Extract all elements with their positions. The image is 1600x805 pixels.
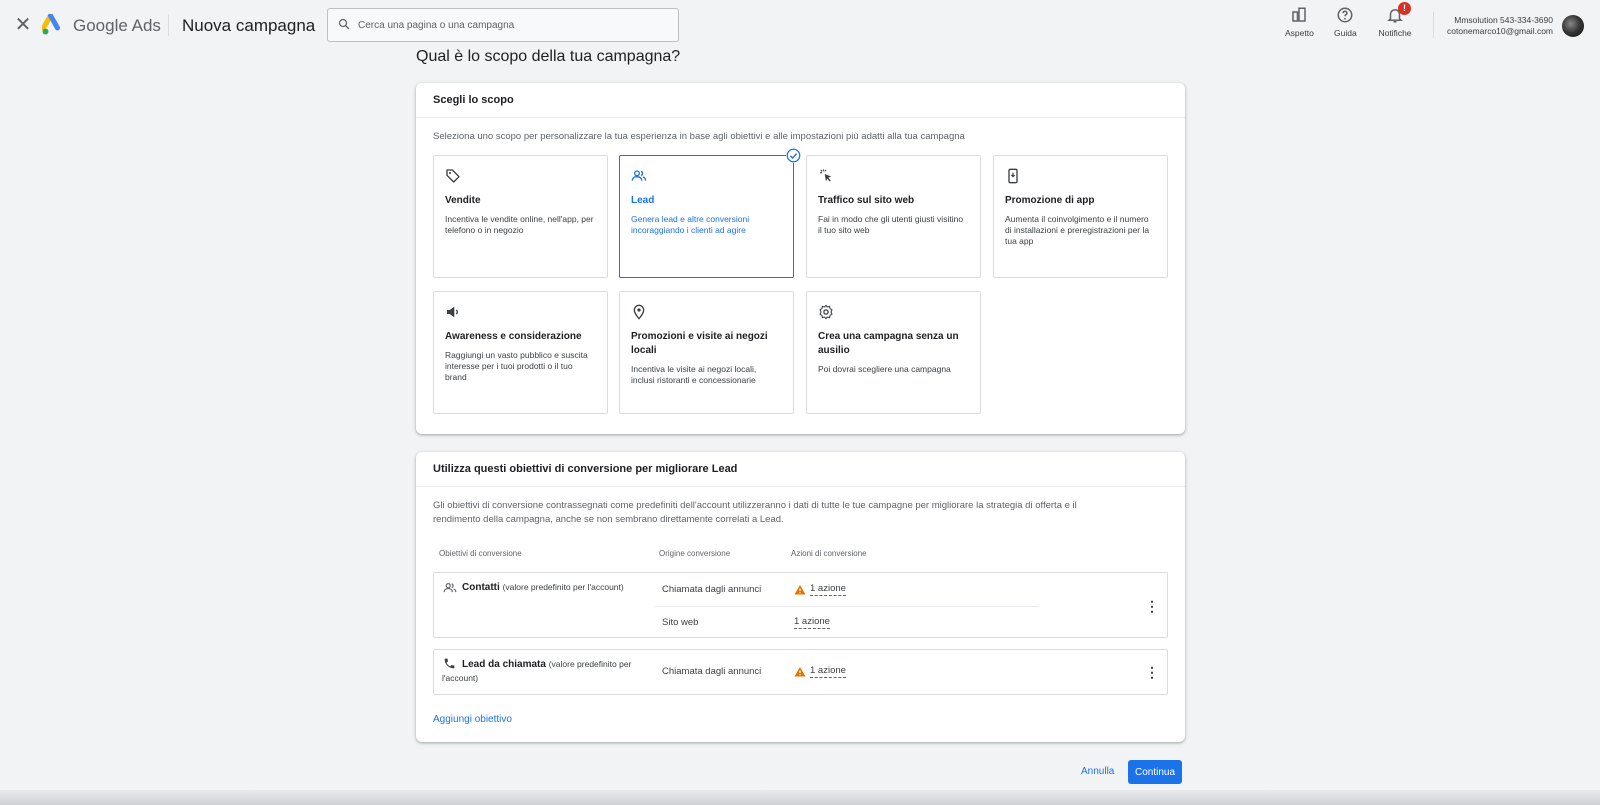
- more-vert-icon[interactable]: ⋮: [1145, 664, 1159, 680]
- search-input[interactable]: [358, 15, 668, 35]
- conversion-card-description: Gli obiettivi di conversione contrassegn…: [433, 499, 1077, 527]
- add-goal-link[interactable]: Aggiungi obiettivo: [433, 714, 512, 725]
- appearance-icon: [1292, 7, 1307, 22]
- goal-name: Contatti (valore predefinito per l'accou…: [462, 581, 624, 594]
- goal-title: Traffico sul sito web: [818, 195, 915, 206]
- cancel-button[interactable]: Annulla: [1075, 762, 1120, 781]
- goal-title: Promozione di app: [1005, 195, 1095, 206]
- megaphone-icon: [447, 306, 458, 318]
- goal-default-note: (valore predefinito per l'account): [502, 582, 624, 592]
- goal-selection-card: Scegli lo scopo Seleziona uno scopo per …: [416, 83, 1185, 434]
- conversion-goals-card: Utilizza questi obiettivi di conversione…: [416, 452, 1185, 742]
- bottom-shadow: [0, 790, 1600, 805]
- account-email: cotonemarco10@gmail.com: [1447, 26, 1553, 36]
- help-button[interactable]: Guida: [1334, 6, 1357, 38]
- brand-google: Google: [73, 16, 128, 35]
- notifications-label: Notifiche: [1378, 28, 1412, 38]
- description-line: rendimento della campagna, anche se non …: [433, 514, 784, 525]
- google-ads-logo: [42, 14, 60, 35]
- avatar[interactable]: [1562, 15, 1584, 37]
- notifications-button[interactable]: ! Notifiche: [1373, 2, 1417, 38]
- cursor-click-icon: [820, 169, 832, 182]
- row-divider: [654, 606, 1039, 607]
- search-box[interactable]: [327, 8, 679, 42]
- header-divider: [168, 14, 169, 36]
- more-vert-icon[interactable]: ⋮: [1145, 598, 1159, 614]
- conversion-actions-link[interactable]: 1 azione: [794, 616, 830, 629]
- goal-no-guidance[interactable]: Crea una campagna senza un ausilio Poi d…: [806, 291, 981, 414]
- gear-icon: [819, 304, 833, 320]
- conversion-actions-link[interactable]: 1 azione: [810, 665, 846, 678]
- phone-call-icon: [444, 658, 455, 669]
- people-icon: [443, 583, 457, 593]
- goal-title: Promozioni e visite ai negozi locali: [631, 331, 768, 356]
- brand-name: Google Ads: [73, 16, 161, 36]
- goal-description: Genera lead e altre conversioni incoragg…: [631, 214, 750, 235]
- description-line: Gli obiettivi di conversione contrassegn…: [433, 500, 1077, 511]
- goal-default-note: (valore predefinito per: [548, 659, 632, 669]
- goal-description: Raggiungi un vasto pubblico e suscita in…: [445, 350, 588, 382]
- tag-icon: [446, 169, 460, 183]
- account-info[interactable]: Mmsolution 543-334-3690 cotonemarco10@gm…: [1447, 15, 1553, 37]
- table-row: Contatti (valore predefinito per l'accou…: [433, 572, 1168, 638]
- conversion-card-title: Utilizza questi obiettivi di conversione…: [416, 452, 1185, 487]
- account-name: Mmsolution 543-334-3690: [1454, 15, 1553, 25]
- goal-description: Fai in modo che gli utenti giusti visiti…: [818, 214, 964, 235]
- warning-icon: [794, 667, 806, 677]
- location-pin-icon: [633, 304, 645, 320]
- brand-ads: Ads: [131, 16, 161, 35]
- continue-button[interactable]: Continua: [1128, 760, 1182, 784]
- goal-card-title: Scegli lo scopo: [416, 83, 1185, 118]
- goal-app-promotion[interactable]: Promozione di app Aumenta il coinvolgime…: [993, 155, 1168, 278]
- goal-website-traffic[interactable]: Traffico sul sito web Fai in modo che gl…: [806, 155, 981, 278]
- column-header-goals: Obiettivi di conversione: [439, 549, 522, 558]
- goal-description: Incentiva le visite ai negozi locali, in…: [631, 364, 757, 385]
- table-row: Lead da chiamata (valore predefinito per…: [433, 649, 1168, 695]
- warning-icon: [794, 585, 806, 595]
- goal-title: Lead: [631, 195, 655, 206]
- column-header-actions: Azioni di conversione: [791, 549, 867, 558]
- goal-description: Aumenta il coinvolgimento e il numero di…: [1005, 214, 1150, 246]
- goal-name-text: Contatti: [462, 582, 500, 593]
- goal-sales[interactable]: Vendite Incentiva le vendite online, nel…: [433, 155, 608, 278]
- phone-icon: [1008, 168, 1018, 184]
- page-question: Qual è lo scopo della tua campagna?: [416, 48, 681, 65]
- people-icon: [631, 170, 647, 181]
- appearance-button[interactable]: Aspetto: [1285, 6, 1314, 38]
- top-bar: ✕ Google Ads Nuova campagna Aspetto Guid…: [0, 0, 1600, 50]
- page-title: Nuova campagna: [182, 16, 316, 35]
- goal-card-description: Seleziona uno scopo per personalizzare l…: [433, 131, 965, 142]
- goal-default-note-line2: l'account): [442, 673, 479, 683]
- goal-lead[interactable]: Lead Genera lead e altre conversioni inc…: [619, 148, 801, 278]
- close-icon[interactable]: ✕: [12, 14, 34, 36]
- notification-badge: !: [1398, 2, 1411, 15]
- goal-title: Vendite: [445, 195, 481, 206]
- goal-awareness[interactable]: Awareness e considerazione Raggiungi un …: [433, 291, 608, 414]
- goal-description: Incentiva le vendite online, nell'app, p…: [445, 214, 594, 235]
- goal-name-text: Lead da chiamata: [462, 659, 546, 670]
- conversion-origin: Sito web: [662, 617, 699, 628]
- search-icon: [338, 18, 350, 30]
- goal-local-store[interactable]: Promozioni e visite ai negozi locali Inc…: [619, 291, 794, 414]
- header-separator: [1433, 12, 1434, 38]
- check-circle-icon: [786, 148, 801, 163]
- conversion-origin: Chiamata dagli annunci: [662, 666, 762, 677]
- appearance-label: Aspetto: [1285, 28, 1314, 38]
- conversion-origin: Chiamata dagli annunci: [662, 584, 762, 595]
- goal-description: Poi dovrai scegliere una campagna: [818, 364, 951, 374]
- conversion-actions-link[interactable]: 1 azione: [810, 583, 846, 596]
- column-header-source: Origine conversione: [659, 549, 731, 558]
- goal-title: Awareness e considerazione: [445, 331, 582, 342]
- goal-name: Lead da chiamata (valore predefinito per: [462, 658, 662, 671]
- help-label: Guida: [1334, 28, 1357, 38]
- help-icon: [1337, 7, 1353, 23]
- goal-title: Crea una campagna senza un ausilio: [818, 331, 959, 356]
